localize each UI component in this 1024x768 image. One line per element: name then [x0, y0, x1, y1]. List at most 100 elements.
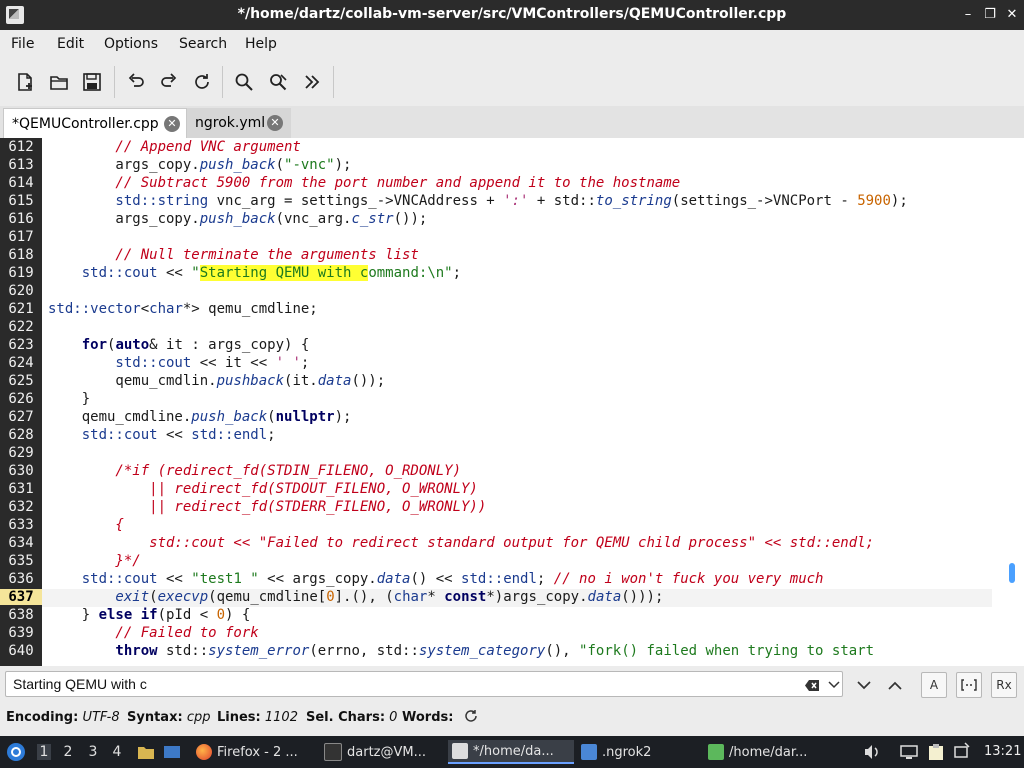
code-token: + std:: — [528, 193, 596, 209]
maximize-button[interactable]: ❐ — [982, 7, 998, 23]
code-token: args_copy. — [48, 211, 200, 227]
chevron-down-icon — [828, 681, 840, 689]
find-previous-button[interactable] — [883, 674, 907, 696]
find-button[interactable] — [230, 68, 258, 96]
network-button[interactable] — [900, 744, 918, 764]
tab-close-icon[interactable]: ✕ — [267, 115, 283, 131]
find-next-button[interactable] — [852, 674, 876, 696]
code-token: 0 — [216, 607, 226, 623]
double-chevron-right-icon — [305, 75, 320, 89]
search-history-dropdown[interactable] — [822, 674, 846, 696]
volume-button[interactable] — [863, 744, 881, 764]
code-line[interactable]: }*/ — [48, 553, 140, 569]
code-line[interactable]: std::cout << "Starting QEMU with command… — [48, 265, 461, 281]
code-line[interactable]: std::cout << "test1 " << args_copy.data(… — [48, 571, 824, 587]
close-window-button[interactable]: ✕ — [1004, 7, 1020, 23]
code-line[interactable]: exit(execvp(qemu_cmdline[0].(), (char* c… — [48, 589, 663, 605]
code-line[interactable]: { — [48, 517, 124, 533]
code-line[interactable]: throw std::system_error(errno, std::syst… — [48, 643, 874, 659]
new-file-button[interactable] — [11, 68, 39, 96]
code-token: ' ' — [275, 355, 301, 371]
workspace-3[interactable]: 3 — [86, 744, 100, 760]
match-case-toggle[interactable]: A — [921, 672, 947, 698]
folder-icon — [138, 747, 154, 759]
menu-search[interactable]: Search — [179, 36, 227, 52]
code-line[interactable]: // Null terminate the arguments list — [48, 247, 418, 263]
code-token: ) { — [225, 607, 251, 623]
code-line[interactable]: /*if (redirect_fd(STDIN_FILENO, O_RDONLY… — [48, 463, 461, 479]
clock[interactable]: 13:21 — [984, 744, 1021, 759]
code-line[interactable]: args_copy.push_back("-vnc"); — [48, 157, 351, 173]
redo-button[interactable] — [155, 68, 183, 96]
code-token: ].(), ( — [334, 589, 394, 605]
code-token: { — [48, 517, 124, 533]
refresh-word-count-button[interactable] — [464, 709, 478, 727]
workspace-1[interactable]: 1 — [37, 744, 51, 760]
code-line[interactable]: std::string vnc_arg = settings_->VNCAddr… — [48, 193, 907, 209]
workspace-2[interactable]: 2 — [61, 744, 75, 760]
code-token: vnc_arg = settings_->VNCAddress + — [208, 193, 504, 209]
code-token: << — [157, 265, 192, 281]
menu-edit[interactable]: Edit — [57, 36, 84, 52]
code-line[interactable]: || redirect_fd(STDERR_FILENO, O_WRONLY)) — [48, 499, 486, 515]
menu-file[interactable]: File — [11, 36, 34, 52]
chevron-down-icon — [857, 680, 871, 689]
scrollbar-thumb[interactable] — [1009, 563, 1015, 583]
code-line[interactable]: std::cout << std::endl; — [48, 427, 276, 443]
code-token: (it. — [284, 373, 318, 389]
reload-icon — [195, 74, 209, 89]
network-status-button[interactable] — [954, 742, 970, 764]
code-editor[interactable]: 612 613 614 615 616 617 618 619 620 621 622 623 624 6… — [0, 138, 1024, 666]
minimize-button[interactable]: – — [960, 7, 976, 23]
code-line[interactable]: std::cout << "Failed to redirect standar… — [48, 535, 874, 551]
search-input[interactable] — [5, 671, 843, 697]
code-line[interactable]: // Append VNC argument — [48, 139, 300, 155]
regex-toggle[interactable]: Rx — [991, 672, 1017, 698]
code-line[interactable]: for(auto& it : args_copy) { — [48, 337, 310, 353]
code-token: << — [157, 427, 192, 443]
code-line[interactable]: qemu_cmdline.push_back(nullptr); — [48, 409, 352, 425]
save-file-button[interactable] — [78, 68, 106, 96]
start-menu-button[interactable] — [6, 742, 26, 766]
code-token: "fork() failed when trying to start — [579, 643, 875, 659]
clear-search-button[interactable] — [804, 677, 820, 691]
code-line[interactable]: } — [48, 391, 90, 407]
firefox-icon — [196, 744, 212, 760]
undo-button[interactable] — [122, 68, 150, 96]
code-line[interactable]: // Failed to fork — [48, 625, 258, 641]
tab-close-icon[interactable]: ✕ — [164, 116, 180, 132]
code-line[interactable]: } else if(pId < 0) { — [48, 607, 251, 623]
file-manager-launcher[interactable] — [137, 743, 155, 765]
taskbar-home-terminal[interactable]: /home/dar... — [704, 740, 828, 764]
code-line[interactable]: // Subtract 5900 from the port number an… — [48, 175, 680, 191]
menu-help[interactable]: Help — [245, 36, 277, 52]
code-token: data — [587, 589, 622, 605]
find-replace-button[interactable] — [264, 68, 292, 96]
code-token: *)args_copy. — [486, 589, 588, 605]
menu-options[interactable]: Options — [104, 36, 158, 52]
code-line[interactable]: args_copy.push_back(vnc_arg.c_str()); — [48, 211, 427, 227]
workspace-4[interactable]: 4 — [110, 744, 124, 760]
show-desktop-button[interactable] — [163, 743, 181, 765]
tab-qemucontroller[interactable]: *QEMUController.cpp ✕ — [3, 108, 187, 138]
clipboard-button[interactable] — [928, 743, 944, 765]
taskbar-editor[interactable]: */home/da... — [448, 740, 574, 764]
search-match-highlight: Starting QEMU with c — [199, 265, 369, 281]
whole-word-toggle[interactable] — [956, 672, 982, 698]
reload-button[interactable] — [188, 68, 216, 96]
tab-ngrok[interactable]: ngrok.yml ✕ — [187, 108, 291, 138]
code-line[interactable]: qemu_cmdlin.pushback(it.data()); — [48, 373, 385, 389]
line-number: 636 — [8, 571, 34, 587]
taskbar-firefox[interactable]: Firefox - 2 ... — [192, 740, 316, 764]
code-token: std::vector — [48, 301, 141, 317]
code-line[interactable]: std::cout << it << ' '; — [48, 355, 309, 371]
taskbar-terminal[interactable]: dartz@VM... — [320, 740, 446, 764]
taskbar-ngrok-folder[interactable]: .ngrok2 — [577, 740, 699, 764]
code-token: ())); — [621, 589, 664, 605]
code-token: std::string — [48, 193, 209, 209]
code-line[interactable]: std::vector<char*> qemu_cmdline; — [48, 301, 318, 317]
code-line[interactable]: || redirect_fd(STDOUT_FILENO, O_WRONLY) — [48, 481, 478, 497]
go-to-line-button[interactable] — [298, 68, 326, 96]
open-file-button[interactable] — [45, 68, 73, 96]
code-token: << — [157, 571, 192, 587]
